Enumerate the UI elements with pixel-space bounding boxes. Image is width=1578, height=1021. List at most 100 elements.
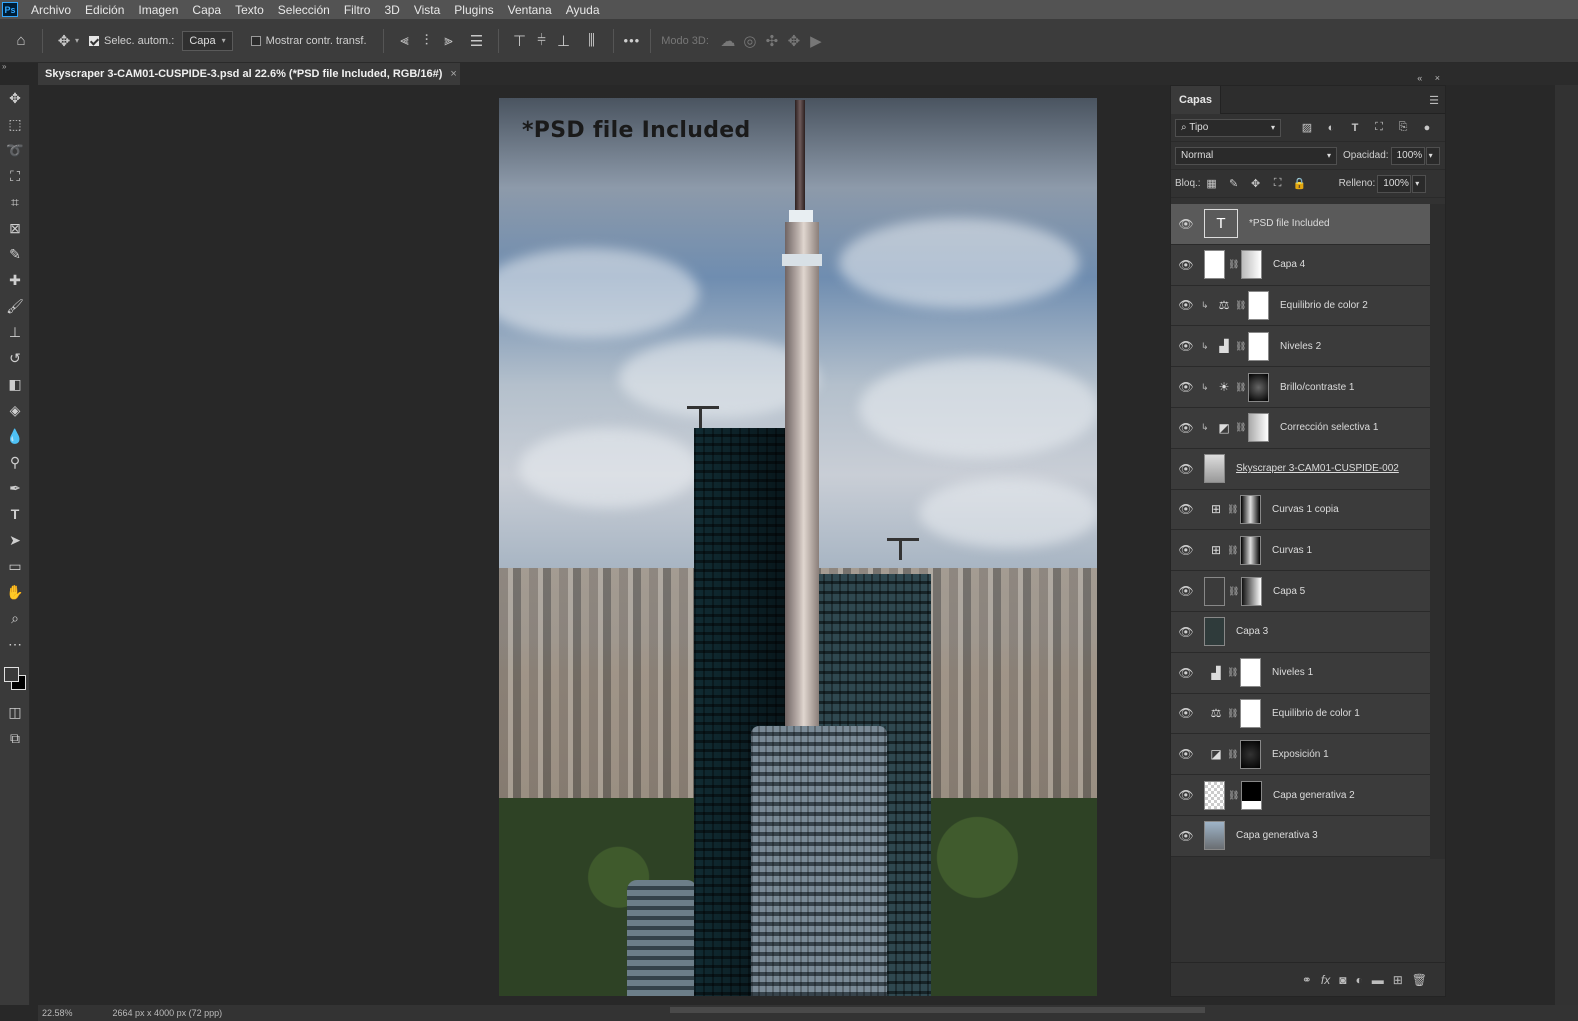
layer-row[interactable]: 👁 ⊞ ⛓ Curvas 1 copia: [1171, 489, 1431, 531]
menu-filtro[interactable]: Filtro: [337, 3, 378, 17]
balance-adjustment-icon[interactable]: ⚖: [1205, 702, 1227, 724]
chevron-down-icon[interactable]: ▾: [75, 36, 79, 45]
collapse-panel-icon[interactable]: «: [1417, 73, 1422, 83]
home-icon[interactable]: ⌂: [10, 30, 32, 52]
type-tool-icon[interactable]: T: [0, 501, 30, 527]
move-tool-icon[interactable]: ✥: [0, 85, 30, 111]
menu-edicion[interactable]: Edición: [78, 3, 131, 17]
align-bottom-icon[interactable]: ⊥: [553, 30, 575, 52]
layer-row[interactable]: 👁 ↳ ▟ ⛓ Niveles 2: [1171, 326, 1431, 368]
curves-adjustment-icon[interactable]: ⊞: [1205, 498, 1227, 520]
history-brush-tool-icon[interactable]: ↺: [0, 345, 30, 371]
lasso-tool-icon[interactable]: ➰: [0, 137, 30, 163]
photoshop-logo-icon[interactable]: Ps: [2, 2, 18, 17]
layer-thumbnail[interactable]: [1204, 617, 1225, 647]
layer-row[interactable]: 👁 ▟ ⛓ Niveles 1: [1171, 652, 1431, 694]
mask-link-icon[interactable]: ⛓: [1235, 382, 1246, 393]
layer-row[interactable]: 👁 ↳ ⚖ ⛓ Equilibrio de color 2: [1171, 285, 1431, 327]
mask-link-icon[interactable]: ⛓: [1235, 341, 1246, 352]
align-middle-v-icon[interactable]: ⫩: [531, 30, 553, 52]
menu-seleccion[interactable]: Selección: [271, 3, 337, 17]
dodge-tool-icon[interactable]: ⚲: [0, 449, 30, 475]
brush-tool-icon[interactable]: 🖌: [0, 293, 30, 319]
align-center-h-icon[interactable]: ⫶: [416, 30, 438, 52]
layer-name[interactable]: Capa generativa 2: [1273, 790, 1355, 801]
object-select-tool-icon[interactable]: ⛶: [0, 163, 30, 189]
new-adjustment-icon[interactable]: ◐: [1355, 973, 1362, 987]
zoom-level[interactable]: 22.58%: [42, 1008, 73, 1018]
visibility-eye-icon[interactable]: 👁: [1171, 543, 1201, 557]
orbit-3d-icon[interactable]: ☁: [717, 30, 739, 52]
chevron-down-icon[interactable]: ▾: [1412, 174, 1427, 193]
scale-3d-icon[interactable]: ▶: [805, 30, 827, 52]
visibility-eye-icon[interactable]: 👁: [1171, 625, 1201, 639]
hand-tool-icon[interactable]: ✋: [0, 579, 30, 605]
align-right-icon[interactable]: ⫸: [438, 30, 460, 52]
healing-brush-tool-icon[interactable]: ✚: [0, 267, 30, 293]
levels-adjustment-icon[interactable]: ▟: [1213, 335, 1235, 357]
layer-mask-thumbnail[interactable]: [1240, 658, 1261, 688]
clone-stamp-tool-icon[interactable]: ⊥: [0, 319, 30, 345]
close-icon[interactable]: ×: [450, 68, 456, 80]
paint-bucket-tool-icon[interactable]: ◈: [0, 397, 30, 423]
blend-mode-select[interactable]: Normal ▾: [1175, 146, 1337, 165]
lock-position-icon[interactable]: ✥: [1245, 177, 1267, 190]
layer-row[interactable]: 👁 ⚖ ⛓ Equilibrio de color 1: [1171, 693, 1431, 735]
edit-toolbar-icon[interactable]: ⋯: [0, 631, 30, 657]
layer-mask-thumbnail[interactable]: [1241, 780, 1262, 810]
layer-style-fx-icon[interactable]: fx: [1321, 973, 1330, 987]
auto-select-checkbox[interactable]: [89, 35, 100, 46]
layer-name[interactable]: Brillo/contraste 1: [1280, 382, 1354, 393]
visibility-eye-icon[interactable]: 👁: [1171, 462, 1201, 476]
filter-pixel-icon[interactable]: ▨: [1295, 121, 1319, 134]
lock-artboard-icon[interactable]: ⛶: [1267, 177, 1289, 190]
brightness-adjustment-icon[interactable]: ☀: [1213, 376, 1235, 398]
fill-input[interactable]: 100%: [1377, 174, 1412, 193]
filter-toggle-icon[interactable]: ●: [1415, 122, 1439, 134]
slide-3d-icon[interactable]: ✥: [783, 30, 805, 52]
layer-name[interactable]: Equilibrio de color 2: [1280, 300, 1368, 311]
rectangle-tool-icon[interactable]: ▭: [0, 553, 30, 579]
layer-name[interactable]: Niveles 2: [1280, 341, 1321, 352]
new-group-icon[interactable]: ▬: [1372, 973, 1384, 987]
exposure-adjustment-icon[interactable]: ◪: [1205, 743, 1227, 765]
layer-name[interactable]: Capa generativa 3: [1236, 830, 1318, 841]
mask-link-icon[interactable]: ⛓: [1227, 708, 1238, 719]
filter-type-icon[interactable]: T: [1343, 122, 1367, 134]
more-options-icon[interactable]: •••: [624, 33, 641, 48]
layer-mask-thumbnail[interactable]: [1240, 494, 1261, 524]
lock-image-icon[interactable]: ✎: [1223, 177, 1245, 190]
balance-adjustment-icon[interactable]: ⚖: [1213, 294, 1235, 316]
mask-link-icon[interactable]: ⛓: [1227, 545, 1238, 556]
visibility-eye-icon[interactable]: 👁: [1171, 666, 1201, 680]
layer-mask-thumbnail[interactable]: [1240, 739, 1261, 769]
zoom-tool-icon[interactable]: ⌕: [0, 605, 30, 631]
layer-row[interactable]: 👁 Capa generativa 3: [1171, 815, 1431, 857]
menu-plugins[interactable]: Plugins: [447, 3, 500, 17]
layer-name[interactable]: Skyscraper 3-CAM01-CUSPIDE-002: [1236, 463, 1399, 474]
distribute-v-icon[interactable]: ⫼: [581, 30, 603, 52]
pen-tool-icon[interactable]: ✒: [0, 475, 30, 501]
menu-3d[interactable]: 3D: [377, 3, 406, 17]
visibility-eye-icon[interactable]: 👁: [1171, 584, 1201, 598]
menu-vista[interactable]: Vista: [407, 3, 447, 17]
delete-layer-icon[interactable]: 🗑: [1412, 973, 1427, 987]
visibility-eye-icon[interactable]: 👁: [1171, 502, 1201, 516]
visibility-eye-icon[interactable]: 👁: [1171, 339, 1201, 353]
lock-all-icon[interactable]: 🔒: [1289, 177, 1311, 190]
pan-3d-icon[interactable]: ✣: [761, 30, 783, 52]
visibility-eye-icon[interactable]: 👁: [1171, 747, 1201, 761]
menu-texto[interactable]: Texto: [228, 3, 271, 17]
layer-thumbnail[interactable]: [1204, 250, 1225, 280]
mask-link-icon[interactable]: ⛓: [1235, 300, 1246, 311]
layer-name[interactable]: Capa 5: [1273, 586, 1305, 597]
mask-link-icon[interactable]: ⛓: [1227, 667, 1238, 678]
layer-row[interactable]: 👁 ⊞ ⛓ Curvas 1: [1171, 530, 1431, 572]
eyedropper-tool-icon[interactable]: ✎: [0, 241, 30, 267]
mask-link-icon[interactable]: ⛓: [1227, 504, 1238, 515]
mask-link-icon[interactable]: ⛓: [1228, 586, 1239, 597]
layer-name[interactable]: Curvas 1: [1272, 545, 1312, 556]
mask-link-icon[interactable]: ⛓: [1227, 749, 1238, 760]
layer-name[interactable]: Exposición 1: [1272, 749, 1329, 760]
layer-row[interactable]: 👁 ◪ ⛓ Exposición 1: [1171, 734, 1431, 776]
